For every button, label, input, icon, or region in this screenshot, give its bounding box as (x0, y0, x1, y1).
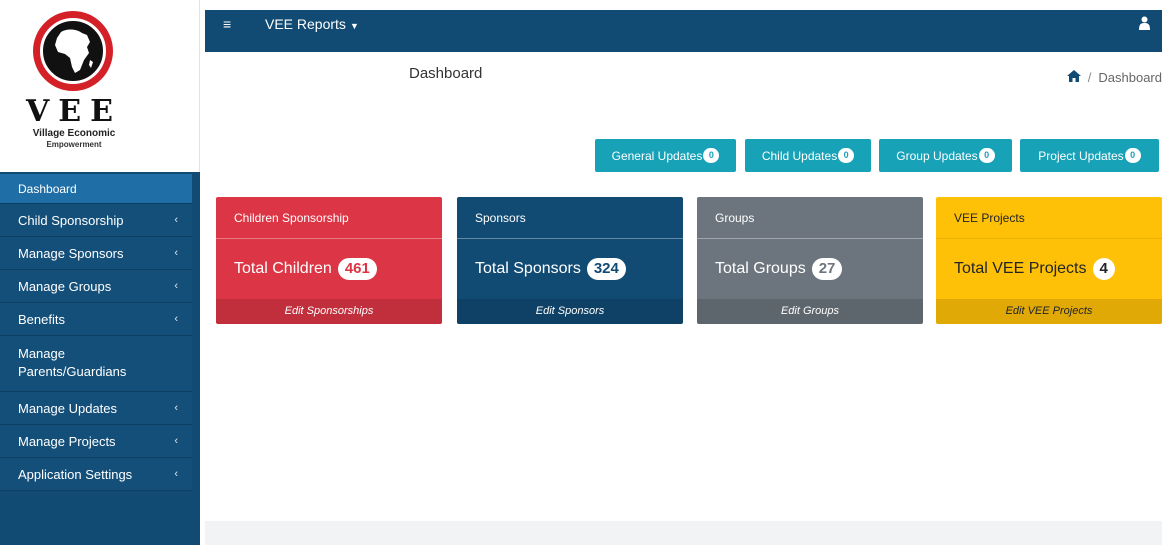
africa-globe-icon (40, 18, 106, 84)
count-badge: 0 (703, 148, 720, 163)
sidebar-item-manage-projects[interactable]: Manage Projects ‹ (0, 425, 192, 458)
edit-groups-link[interactable]: Edit Groups (697, 299, 923, 324)
sidebar-item-label: Manage Projects (18, 434, 116, 449)
card-stat-label: Total Groups (715, 260, 806, 277)
breadcrumb: / Dashboard (1066, 70, 1162, 85)
groups-card: Groups Total Groups 27 Edit Groups (697, 197, 923, 324)
edit-vee-projects-link[interactable]: Edit VEE Projects (936, 299, 1162, 324)
logo[interactable]: VEE Village Economic Empowerment (0, 0, 200, 172)
card-header: VEE Projects (936, 197, 1162, 239)
edit-sponsors-link[interactable]: Edit Sponsors (457, 299, 683, 324)
count-badge: 0 (978, 148, 995, 163)
sidebar-item-manage-updates[interactable]: Manage Updates ‹ (0, 392, 192, 425)
user-icon[interactable] (1139, 16, 1150, 35)
chevron-left-icon: ‹ (174, 313, 178, 325)
sidebar-item-label: Dashboard (18, 182, 77, 196)
caret-down-icon: ▼ (349, 21, 359, 31)
chevron-left-icon: ‹ (174, 402, 178, 414)
sidebar-item-application-settings[interactable]: Application Settings ‹ (0, 458, 192, 491)
sidebar-item-benefits[interactable]: Benefits ‹ (0, 303, 192, 336)
sidebar-item-manage-groups[interactable]: Manage Groups ‹ (0, 270, 192, 303)
breadcrumb-current: Dashboard (1098, 70, 1162, 85)
card-header: Groups (697, 197, 923, 239)
project-updates-button[interactable]: Project Updates 0 (1020, 139, 1159, 172)
logo-emblem (33, 11, 113, 91)
sidebar-item-label: Benefits (18, 312, 65, 327)
sidebar-item-label: Manage Parents/Guardians (18, 346, 127, 379)
sidebar-menu: Dashboard Child Sponsorship ‹ Manage Spo… (0, 174, 200, 491)
chevron-left-icon: ‹ (174, 247, 178, 259)
count-badge: 0 (838, 148, 855, 163)
footer-bar (205, 521, 1162, 545)
card-count-badge: 461 (337, 258, 377, 280)
child-updates-button[interactable]: Child Updates 0 (745, 139, 871, 172)
chevron-left-icon: ‹ (174, 280, 178, 292)
button-label: General Updates (611, 148, 703, 163)
button-label: Group Updates (896, 148, 978, 163)
group-updates-button[interactable]: Group Updates 0 (879, 139, 1012, 172)
home-icon[interactable] (1066, 70, 1081, 85)
button-label: Child Updates (761, 148, 838, 163)
app-root: VEE Village Economic Empowerment Dashboa… (0, 0, 1162, 545)
card-body: Total Sponsors 324 (457, 239, 683, 299)
general-updates-button[interactable]: General Updates 0 (595, 139, 736, 172)
card-count-badge: 4 (1092, 258, 1115, 280)
card-stat-label: Total Children (234, 260, 332, 277)
card-stat-label: Total Sponsors (475, 260, 581, 277)
sidebar-item-label: Application Settings (18, 467, 133, 482)
page-title: Dashboard (409, 65, 483, 82)
card-count-badge: 324 (586, 258, 626, 280)
sidebar-item-label: Manage Groups (18, 279, 112, 294)
sidebar-item-parents-guardians[interactable]: Manage Parents/Guardians (0, 336, 192, 392)
button-label: Project Updates (1038, 148, 1124, 163)
count-badge: 0 (1124, 148, 1141, 163)
edit-sponsorships-link[interactable]: Edit Sponsorships (216, 299, 442, 324)
children-sponsorship-card: Children Sponsorship Total Children 461 … (216, 197, 442, 324)
logo-title: VEE (25, 94, 122, 129)
sidebar-item-label: Manage Sponsors (18, 246, 124, 261)
breadcrumb-separator: / (1087, 70, 1092, 85)
logo-subtitle-1: Village Economic (32, 128, 116, 139)
card-stat-label: Total VEE Projects (954, 260, 1087, 277)
card-header: Sponsors (457, 197, 683, 239)
sidebar-item-dashboard[interactable]: Dashboard (0, 174, 192, 204)
logo-subtitle-2: Empowerment (46, 140, 102, 149)
sidebar-item-label: Manage Updates (18, 401, 118, 416)
chevron-left-icon: ‹ (174, 214, 178, 226)
sidebar-item-manage-sponsors[interactable]: Manage Sponsors ‹ (0, 237, 192, 270)
hamburger-menu-icon[interactable]: ≡ (223, 16, 231, 32)
vee-projects-card: VEE Projects Total VEE Projects 4 Edit V… (936, 197, 1162, 324)
card-body: Total Groups 27 (697, 239, 923, 299)
card-body: Total VEE Projects 4 (936, 239, 1162, 299)
reports-dropdown[interactable]: VEE Reports ▼ (265, 16, 359, 32)
sponsors-card: Sponsors Total Sponsors 324 Edit Sponsor… (457, 197, 683, 324)
sidebar: VEE Village Economic Empowerment Dashboa… (0, 0, 200, 545)
chevron-left-icon: ‹ (174, 435, 178, 447)
card-header: Children Sponsorship (216, 197, 442, 239)
reports-dropdown-label: VEE Reports (265, 16, 346, 32)
card-body: Total Children 461 (216, 239, 442, 299)
sidebar-item-child-sponsorship[interactable]: Child Sponsorship ‹ (0, 204, 192, 237)
sidebar-item-label: Child Sponsorship (18, 213, 124, 228)
chevron-left-icon: ‹ (174, 468, 178, 480)
top-navbar: ≡ VEE Reports ▼ (205, 10, 1162, 52)
card-count-badge: 27 (811, 258, 843, 280)
